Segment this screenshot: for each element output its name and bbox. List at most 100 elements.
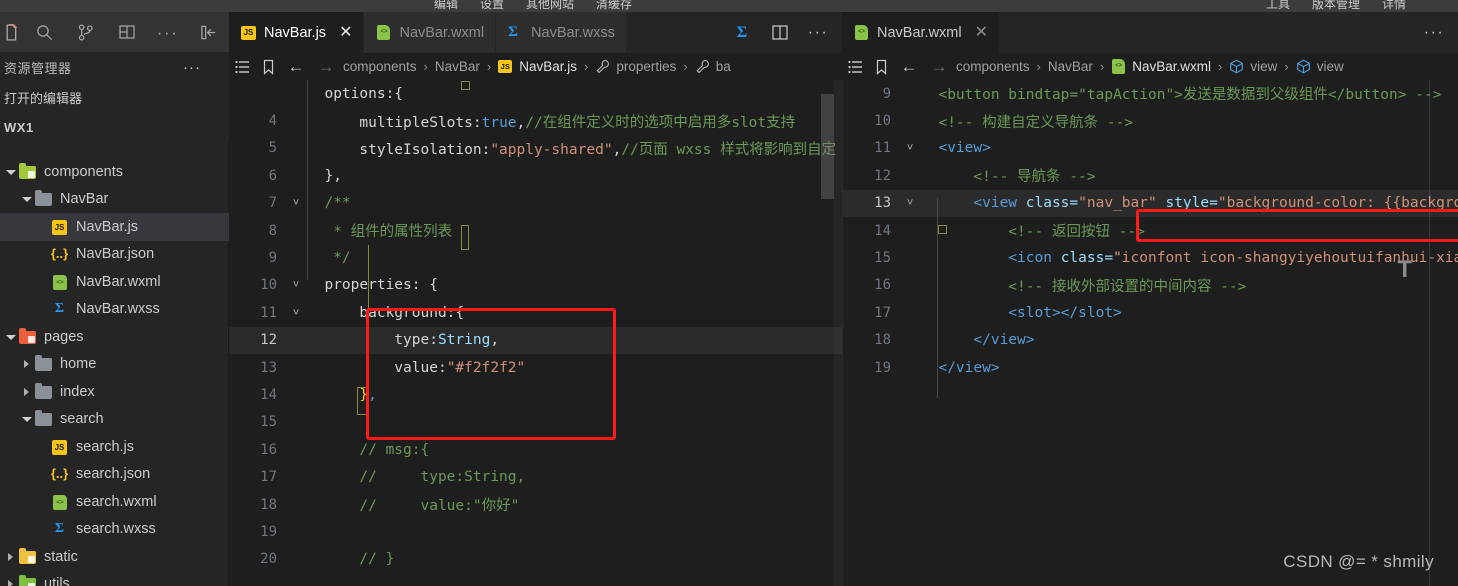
outline-icon[interactable] bbox=[229, 53, 255, 80]
debug-icon[interactable] bbox=[106, 12, 147, 52]
close-icon[interactable]: ✕ bbox=[339, 24, 352, 41]
tree-item-search-wxss[interactable]: Σsearch.wxss bbox=[0, 516, 229, 544]
breadcrumb-item-navbar[interactable]: NavBar bbox=[433, 59, 482, 74]
tree-item-search[interactable]: search bbox=[0, 406, 229, 434]
tab-navbar-wxml[interactable]: <> NavBar.wxml bbox=[364, 12, 497, 53]
code-line: 14 <!-- 返回按钮 --> bbox=[843, 217, 1458, 244]
tree-item-search-js[interactable]: JS search.js bbox=[0, 433, 229, 461]
code-token: class= bbox=[1060, 250, 1114, 267]
breadcrumb-item-navbar-js[interactable]: JS NavBar.js bbox=[496, 59, 579, 75]
wxss-icon: Σ bbox=[508, 24, 518, 40]
tree-item-navbar-json[interactable]: {..} NavBar.json bbox=[0, 241, 229, 269]
chevron-down-icon[interactable] bbox=[4, 331, 16, 343]
chevron-right-icon[interactable] bbox=[20, 358, 32, 370]
outline-icon[interactable] bbox=[842, 53, 868, 80]
breadcrumb-item-navbar-wxml[interactable]: <> NavBar.wxml bbox=[1109, 58, 1213, 75]
tree-item-utils[interactable]: utils bbox=[0, 571, 229, 586]
tree-item-navbar[interactable]: NavBar bbox=[0, 186, 229, 214]
bookmark-icon[interactable] bbox=[255, 53, 281, 80]
bookmark-icon[interactable] bbox=[868, 53, 894, 80]
files-icon[interactable] bbox=[0, 12, 24, 52]
wxss-icon[interactable]: Σ bbox=[732, 23, 752, 43]
tab-navbar-wxml-right[interactable]: <> NavBar.wxml ✕ bbox=[842, 12, 1001, 53]
code-line: 9 <button bindtap="tapAction">发送是数据到父级组件… bbox=[843, 80, 1458, 107]
menu-item[interactable]: 其他网站 bbox=[526, 0, 574, 12]
menu-item[interactable]: 设置 bbox=[480, 0, 504, 12]
code-token: <!-- 返回按钮 --> bbox=[921, 224, 1145, 241]
tree-item-static[interactable]: static bbox=[0, 543, 229, 571]
tree-item-label: NavBar.wxss bbox=[76, 301, 160, 318]
tab-navbar-js[interactable]: JS NavBar.js ✕ bbox=[229, 12, 365, 53]
open-editors-section[interactable]: 打开的编辑器 bbox=[0, 82, 229, 112]
right-code-editor[interactable]: 9 <button bindtap="tapAction">发送是数据到父级组件… bbox=[842, 80, 1458, 586]
chevron-right-icon[interactable] bbox=[20, 386, 32, 398]
more-actions-icon[interactable]: ··· bbox=[808, 23, 828, 43]
tree-item-search-json[interactable]: {..} search.json bbox=[0, 461, 229, 489]
fold-toggle[interactable]: ˅ bbox=[899, 141, 921, 155]
chevron-down-icon[interactable] bbox=[4, 166, 16, 178]
chevron-down-icon[interactable] bbox=[20, 413, 32, 425]
menu-item[interactable]: 清缓存 bbox=[596, 0, 632, 12]
forward-arrow-icon[interactable]: → bbox=[311, 53, 341, 80]
code-text: }, bbox=[307, 387, 842, 403]
tab-navbar-wxss[interactable]: Σ NavBar.wxss bbox=[496, 12, 627, 53]
more-actions-icon[interactable]: ··· bbox=[1424, 23, 1444, 43]
code-token: <!-- 接收外部设置的中间内容 --> bbox=[921, 278, 1247, 295]
explorer-title-bar: 资源管理器 ··· bbox=[0, 52, 229, 82]
breadcrumb-item-properties[interactable]: properties bbox=[593, 59, 678, 75]
tree-item-navbar-wxml[interactable]: NavBar.wxml bbox=[0, 268, 229, 296]
breadcrumb-item-view-2[interactable]: view bbox=[1294, 59, 1346, 75]
js-icon: JS bbox=[498, 59, 514, 75]
code-token: background: bbox=[307, 304, 456, 321]
menu-item[interactable]: 版本管理 bbox=[1312, 0, 1360, 12]
close-icon[interactable]: ✕ bbox=[975, 24, 988, 41]
tree-item-components[interactable]: components bbox=[0, 158, 229, 186]
source-control-icon[interactable] bbox=[65, 12, 106, 52]
chevron-down-icon[interactable] bbox=[20, 193, 32, 205]
tree-item-index[interactable]: index bbox=[0, 378, 229, 406]
tree-item-pages[interactable]: pages bbox=[0, 323, 229, 351]
fold-toggle[interactable]: ˅ bbox=[285, 306, 307, 320]
menu-item[interactable]: 编辑 bbox=[434, 0, 458, 12]
line-number: 18 bbox=[874, 332, 891, 349]
tree-item-home[interactable]: home bbox=[0, 351, 229, 379]
collapse-panel-icon[interactable] bbox=[188, 12, 229, 52]
chevron-right-icon[interactable] bbox=[4, 551, 16, 563]
breadcrumb-item-view-1[interactable]: view bbox=[1227, 59, 1279, 75]
code-line: 6 }, bbox=[229, 162, 842, 189]
vertical-scrollbar[interactable] bbox=[821, 94, 834, 199]
tree-item-navbar-js[interactable]: JS NavBar.js bbox=[0, 213, 229, 241]
breadcrumb-item-components[interactable]: components bbox=[341, 59, 419, 74]
code-token: value: bbox=[307, 359, 447, 376]
line-number: 13 bbox=[260, 359, 277, 376]
back-arrow-icon[interactable]: ← bbox=[894, 53, 924, 80]
forward-arrow-icon[interactable]: → bbox=[924, 53, 954, 80]
minimap[interactable] bbox=[834, 80, 842, 586]
wxss-icon: Σ bbox=[54, 521, 65, 537]
fold-toggle[interactable]: ˅ bbox=[285, 196, 307, 210]
workspace-root-row[interactable]: WX1 bbox=[0, 112, 229, 142]
code-token: String bbox=[437, 332, 491, 349]
tree-item-navbar-wxss[interactable]: Σ NavBar.wxss bbox=[0, 296, 229, 324]
fold-toggle[interactable]: ˅ bbox=[285, 278, 307, 292]
code-line: 15 bbox=[229, 409, 842, 436]
fold-toggle[interactable]: ˅ bbox=[899, 196, 921, 210]
menu-item[interactable]: 详情 bbox=[1382, 0, 1406, 12]
tree-item-search-wxml[interactable]: search.wxml bbox=[0, 488, 229, 516]
breadcrumb-item-background[interactable]: ba bbox=[693, 59, 733, 75]
explorer-more-icon[interactable]: ··· bbox=[183, 59, 201, 76]
left-code-editor[interactable]: options:{4 multipleSlots:true,//在组件定义时的选… bbox=[229, 80, 842, 586]
split-editor-icon[interactable] bbox=[770, 23, 790, 43]
chevron-right-icon[interactable] bbox=[4, 578, 16, 586]
more-icon[interactable]: ··· bbox=[147, 12, 188, 52]
code-token: <button bindtap="tapAction">发送是数据到父级组件</… bbox=[938, 87, 1442, 104]
menu-item[interactable]: 工具 bbox=[1266, 0, 1290, 12]
search-icon[interactable] bbox=[24, 12, 65, 52]
js-icon: JS bbox=[50, 438, 70, 456]
breadcrumb-item-navbar[interactable]: NavBar bbox=[1046, 59, 1095, 74]
back-arrow-icon[interactable]: ← bbox=[281, 53, 311, 80]
breadcrumb-item-components[interactable]: components bbox=[954, 59, 1032, 74]
minimap-text-marker: T bbox=[1397, 256, 1412, 283]
code-line: 12 type:String, bbox=[229, 326, 842, 354]
